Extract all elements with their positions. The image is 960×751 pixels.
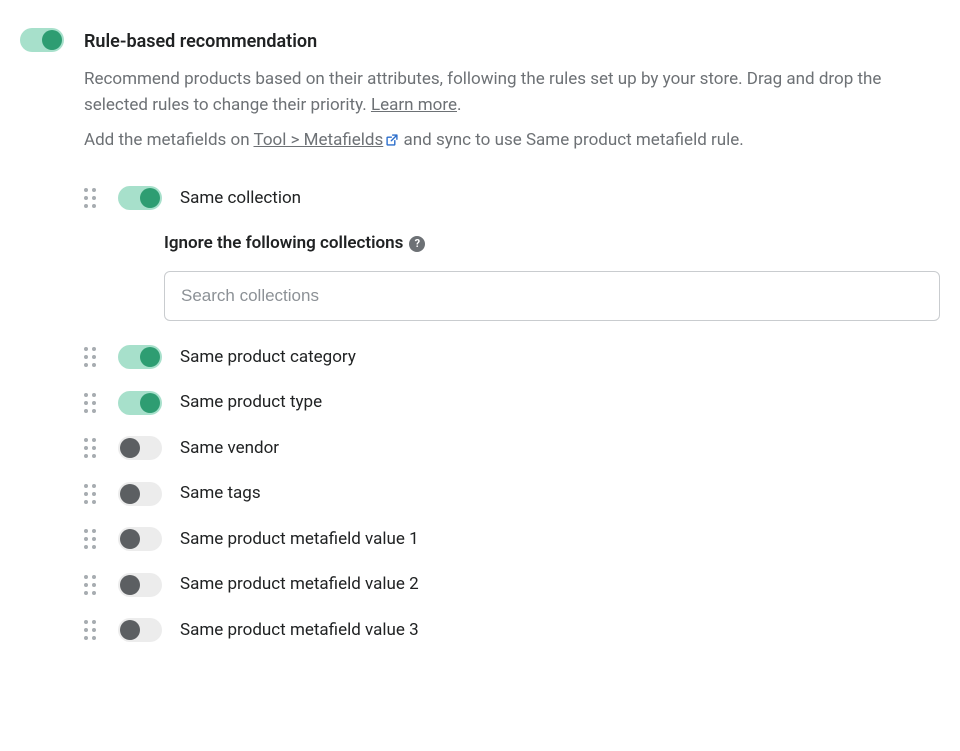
master-toggle[interactable]: [20, 28, 64, 52]
rule-label: Same collection: [180, 186, 301, 212]
metafields-link[interactable]: Tool > Metafields: [254, 130, 400, 150]
rule-toggle[interactable]: [118, 527, 162, 551]
section-title: Rule-based recommendation: [84, 28, 940, 55]
section-description-2: Add the metafields on Tool > Metafields …: [84, 128, 940, 156]
rule-label: Same tags: [180, 481, 261, 507]
search-collections-input[interactable]: [164, 271, 940, 321]
rule-label: Same product category: [180, 345, 356, 371]
desc-text-2b: and sync to use Same product metafield r…: [399, 130, 743, 150]
rule-label: Same product metafield value 1: [180, 527, 419, 553]
desc-text-1: Recommend products based on their attrib…: [84, 69, 881, 115]
desc-text-2a: Add the metafields on: [84, 130, 254, 150]
ignore-collections-label: Ignore the following collections?: [164, 231, 940, 257]
learn-more-link[interactable]: Learn more: [371, 95, 457, 115]
rule-label: Same product metafield value 2: [180, 572, 419, 598]
rule-toggle[interactable]: [118, 482, 162, 506]
rule-toggle[interactable]: [118, 391, 162, 415]
drag-handle-icon[interactable]: [84, 620, 100, 640]
rule-toggle[interactable]: [118, 186, 162, 210]
rule-toggle[interactable]: [118, 345, 162, 369]
section-description-1: Recommend products based on their attrib…: [84, 67, 940, 118]
rule-label: Same vendor: [180, 436, 279, 462]
drag-handle-icon[interactable]: [84, 484, 100, 504]
rule-toggle[interactable]: [118, 618, 162, 642]
drag-handle-icon[interactable]: [84, 347, 100, 367]
rule-toggle[interactable]: [118, 436, 162, 460]
drag-handle-icon[interactable]: [84, 188, 100, 208]
drag-handle-icon[interactable]: [84, 393, 100, 413]
drag-handle-icon[interactable]: [84, 529, 100, 549]
rule-label: Same product metafield value 3: [180, 618, 419, 644]
drag-handle-icon[interactable]: [84, 575, 100, 595]
drag-handle-icon[interactable]: [84, 438, 100, 458]
rule-toggle[interactable]: [118, 573, 162, 597]
help-icon[interactable]: ?: [409, 236, 425, 252]
rule-label: Same product type: [180, 390, 322, 416]
external-link-icon: [385, 130, 399, 156]
